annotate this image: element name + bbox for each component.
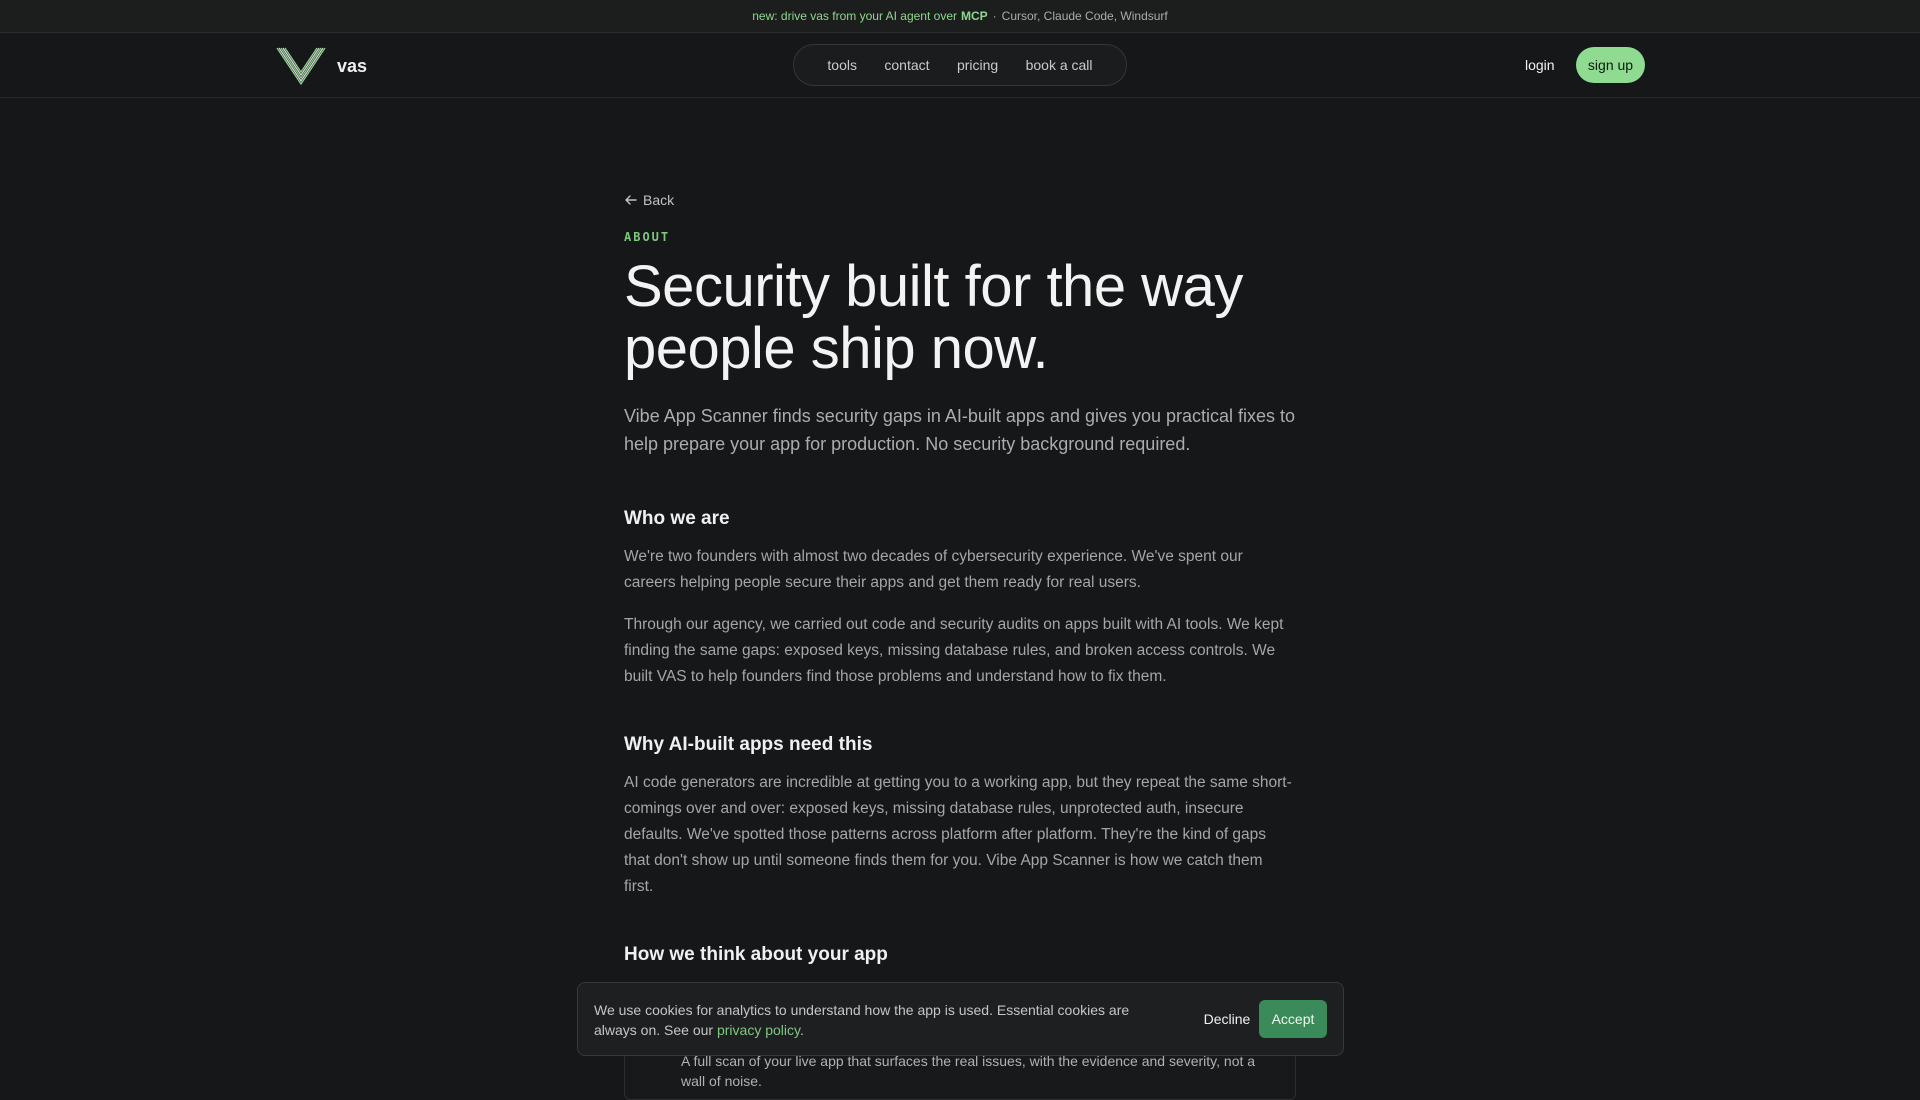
section-how-we-think: How we think about your app <box>624 944 1296 966</box>
section-who-we-are: Who we are We're two founders with almos… <box>624 508 1296 690</box>
page-title: Security built for the way people ship n… <box>624 256 1296 380</box>
feature-card-text: A full scan of your live app that surfac… <box>681 1053 1256 1089</box>
cookie-message-period: . <box>799 1022 804 1038</box>
section-paragraph: We're two founders with almost two decad… <box>624 548 1243 591</box>
section-heading: Who we are <box>624 508 730 529</box>
main-nav: tools contact pricing book a call <box>793 44 1127 86</box>
cookie-message: We use cookies for analytics to understa… <box>594 1000 1154 1040</box>
brand-logo-link[interactable]: vas <box>276 46 367 86</box>
section-heading: How we think about your app <box>624 944 888 965</box>
announcement-mcp: MCP <box>961 9 988 23</box>
back-label: Back <box>643 192 675 208</box>
nav-item-book-a-call[interactable]: book a call <box>1026 57 1093 73</box>
about-content: Back ABOUT Security built for the way pe… <box>624 190 1296 966</box>
v-logo-icon <box>276 47 326 86</box>
page-title-line-1: Security built for the way <box>624 254 1243 319</box>
section-paragraph: AI code generators are incredible at get… <box>624 774 1292 895</box>
announcement-tools: Cursor, Claude Code, Windsurf <box>1001 9 1168 23</box>
privacy-policy-link[interactable]: privacy policy <box>717 1022 800 1038</box>
accept-cookies-button[interactable]: Accept <box>1259 1000 1327 1038</box>
section-why-ai-apps: Why AI-built apps need this AI code gene… <box>624 734 1296 900</box>
nav-item-contact[interactable]: contact <box>884 57 929 73</box>
signup-button[interactable]: sign up <box>1576 47 1645 83</box>
arrow-left-icon <box>625 195 637 205</box>
cookie-message-text: We use cookies for analytics to understa… <box>594 1002 1130 1038</box>
announcement-separator: · <box>992 9 997 23</box>
section-paragraph: Through our agency, we carried out code … <box>624 616 1284 685</box>
eyebrow-label: ABOUT <box>624 230 671 244</box>
login-link[interactable]: login <box>1525 57 1555 73</box>
section-heading: Why AI-built apps need this <box>624 734 873 755</box>
announcement-bar[interactable]: new: drive vas from your AI agent over M… <box>0 0 1920 33</box>
site-header: vas tools contact pricing book a call lo… <box>0 33 1920 98</box>
back-link[interactable]: Back <box>624 190 1296 210</box>
cookie-banner: We use cookies for analytics to understa… <box>577 982 1344 1056</box>
brand-name: vas <box>337 55 368 76</box>
page-title-line-2: people ship now. <box>624 316 1049 381</box>
nav-item-tools[interactable]: tools <box>827 57 857 73</box>
lede-paragraph: Vibe App Scanner finds security gaps in … <box>624 406 1296 454</box>
nav-item-pricing[interactable]: pricing <box>957 57 998 73</box>
decline-cookies-button[interactable]: Decline <box>1192 1000 1262 1038</box>
announcement-highlight: new: drive vas from your AI agent over <box>752 9 957 23</box>
